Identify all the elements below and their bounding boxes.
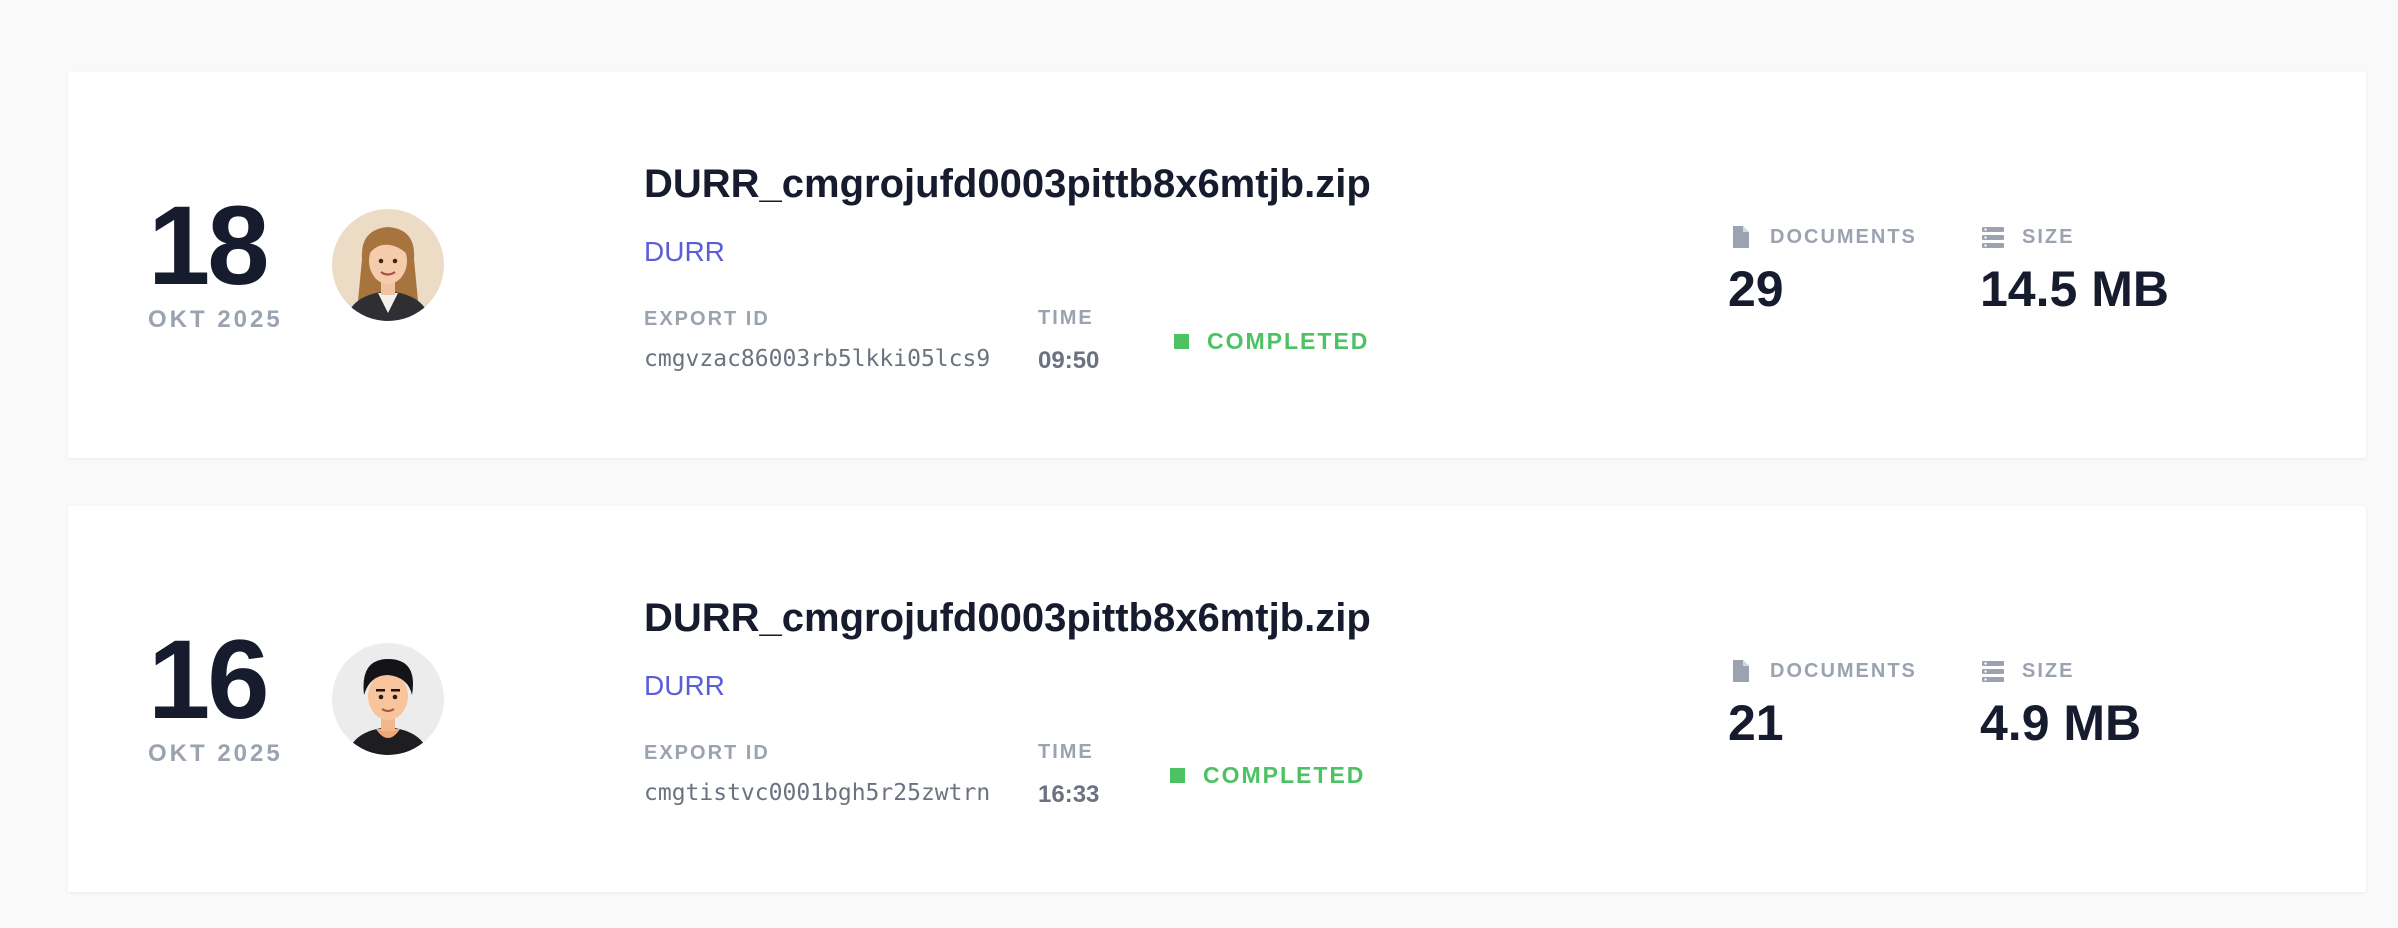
export-day: 18 — [148, 183, 270, 308]
avatar — [332, 209, 444, 321]
date-block: 18 OKT 2025 — [148, 190, 298, 334]
size-stat-header: SIZE — [1980, 658, 2074, 684]
status-dot-icon — [1170, 768, 1185, 783]
avatar — [332, 643, 444, 755]
database-icon — [1982, 227, 2004, 248]
export-id-value: cmgvzac86003rb5lkki05lcs9 — [644, 346, 991, 372]
size-label: SIZE — [2022, 659, 2075, 682]
documents-count: 21 — [1728, 695, 1784, 751]
size-stat-header: SIZE — [1980, 224, 2074, 250]
documents-count: 29 — [1728, 261, 1784, 317]
documents-label: DOCUMENTS — [1770, 659, 1917, 682]
documents-stat-header: DOCUMENTS — [1728, 658, 1917, 684]
size-value: 14.5 MB — [1980, 261, 2169, 317]
size-label: SIZE — [2022, 225, 2075, 248]
export-id-label: EXPORT ID — [644, 308, 770, 330]
woman-avatar-icon — [332, 209, 444, 321]
size-value: 4.9 MB — [1980, 695, 2142, 751]
export-id-label: EXPORT ID — [644, 742, 770, 764]
document-icon — [1733, 226, 1749, 248]
export-day: 16 — [148, 617, 270, 742]
status-dot-icon — [1174, 334, 1189, 349]
organization-link[interactable]: DURR — [644, 236, 725, 268]
status-badge: COMPLETED — [1170, 762, 1365, 789]
documents-stat-header: DOCUMENTS — [1728, 224, 1917, 250]
documents-label: DOCUMENTS — [1770, 225, 1917, 248]
export-month-year: OKT 2025 — [148, 306, 283, 333]
time-label: TIME — [1038, 741, 1094, 763]
export-card[interactable]: 16 OKT 2025 DURR_cmgrojufd0003pittb8x6mt… — [68, 506, 2366, 892]
time-value: 09:50 — [1038, 347, 1100, 374]
status-badge: COMPLETED — [1174, 328, 1369, 355]
export-card[interactable]: 18 OKT 2025 DURR_cmgrojufd0003pittb8x6mt… — [68, 72, 2366, 458]
time-value: 16:33 — [1038, 781, 1100, 808]
status-text: COMPLETED — [1203, 762, 1366, 788]
status-text: COMPLETED — [1207, 328, 1370, 354]
man-avatar-icon — [332, 643, 444, 755]
file-name[interactable]: DURR_cmgrojufd0003pittb8x6mtjb.zip — [644, 162, 1371, 207]
time-label: TIME — [1038, 307, 1094, 329]
organization-link[interactable]: DURR — [644, 670, 725, 702]
document-icon — [1733, 660, 1749, 682]
database-icon — [1982, 661, 2004, 682]
date-block: 16 OKT 2025 — [148, 624, 298, 768]
export-id-value: cmgtistvc0001bgh5r25zwtrn — [644, 780, 991, 806]
export-month-year: OKT 2025 — [148, 740, 283, 767]
file-name[interactable]: DURR_cmgrojufd0003pittb8x6mtjb.zip — [644, 596, 1371, 641]
